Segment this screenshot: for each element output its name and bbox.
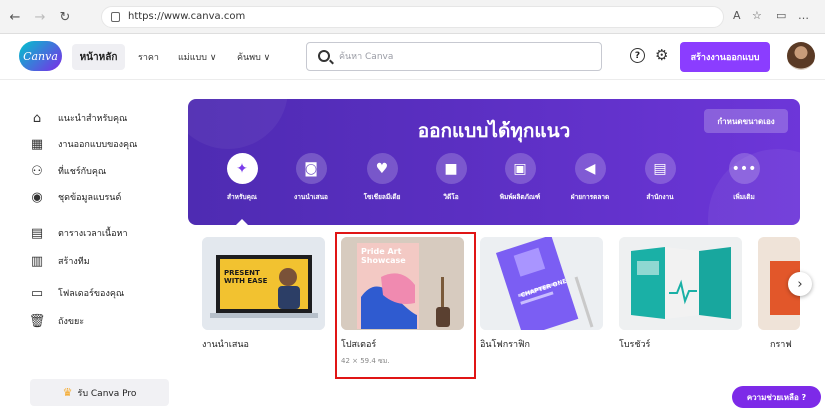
category-label: ฝ่ายการตลาด [570, 193, 610, 201]
folder-icon: ▭ [30, 285, 44, 301]
brand-kit-icon: ◉ [31, 189, 43, 205]
collections-icon[interactable]: ▭ [776, 9, 786, 22]
category-social-media[interactable]: ♥ โซเชียลมีเดีย [346, 153, 418, 202]
avatar[interactable] [787, 42, 815, 70]
carousel-next-button[interactable]: › [788, 272, 812, 296]
help-button[interactable]: ความช่วยเหลือ ? [732, 386, 821, 408]
active-tab-indicator [236, 219, 248, 225]
sidebar-item-label: ที่แชร์กับคุณ [58, 167, 107, 177]
sidebar-item-trash[interactable]: 🗑 ถังขยะ [28, 311, 178, 331]
gear-icon[interactable]: ⚙ [655, 46, 668, 64]
home-icon: ⌂ [32, 110, 42, 126]
category-office[interactable]: ▤ สำนักงาน [624, 153, 696, 202]
sidebar-item-create-team[interactable]: ▥ สร้างทีม [28, 251, 178, 271]
print-icon: ▣ [504, 153, 536, 184]
category-for-you[interactable]: ✦ สำหรับคุณ [206, 153, 278, 202]
read-aloud-icon[interactable]: A [733, 9, 741, 22]
sparkle-icon: ✦ [226, 153, 258, 184]
card-presentation-label[interactable]: งานนำเสนอ [202, 337, 249, 351]
team-icon: ▥ [30, 253, 44, 269]
card-image-text: Pride Art Showcase [361, 247, 406, 265]
video-icon: ■ [435, 153, 467, 184]
sidebar-item-label: ชุดข้อมูลแบรนด์ [58, 193, 122, 203]
nav-discover[interactable]: ค้นพบ ∨ [237, 50, 270, 64]
browser-toolbar: ← → ↻ https://www.canva.com A ☆ ▭ … [0, 0, 825, 34]
sidebar-item-label: สร้างทีม [58, 257, 90, 267]
card-image-text: PRESENT WITH EASE [224, 269, 268, 285]
category-label: พิมพ์ผลิตภัณฑ์ [499, 193, 541, 201]
card-infographic-thumbnail[interactable]: CHAPTER ONE [480, 237, 603, 330]
shared-users-icon: ⚇ [31, 163, 43, 179]
calendar-icon: ▤ [30, 225, 44, 241]
sidebar-item-shared[interactable]: ⚇ ที่แชร์กับคุณ [28, 161, 178, 181]
lock-icon [111, 12, 120, 22]
sidebar-item-label: แนะนำสำหรับคุณ [58, 114, 128, 124]
reload-icon[interactable]: ↻ [56, 8, 74, 26]
canva-logo[interactable]: Canva [19, 41, 62, 71]
search-input[interactable] [339, 48, 589, 66]
card-poster-size: 42 × 59.4 ซม. [341, 357, 390, 365]
sidebar-item-folders[interactable]: ▭ โฟลเดอร์ของคุณ [28, 283, 178, 303]
sidebar-item-designs[interactable]: ▦ งานออกแบบของคุณ [28, 134, 178, 154]
card-presentation-thumbnail[interactable]: PRESENT WITH EASE [202, 237, 325, 330]
category-label: วิดีโอ [443, 193, 459, 201]
card-poster-label[interactable]: โปสเตอร์ [341, 337, 376, 351]
sidebar-item-home[interactable]: ⌂ แนะนำสำหรับคุณ [28, 108, 178, 128]
sidebar-item-label: ตารางเวลาเนื้อหา [58, 229, 128, 239]
get-pro-label: รับ Canva Pro [77, 388, 137, 399]
card-graph-label[interactable]: กราฟ [770, 337, 792, 351]
grid-icon: ▦ [30, 136, 44, 152]
category-print-products[interactable]: ▣ พิมพ์ผลิตภัณฑ์ [484, 153, 556, 202]
nav-templates[interactable]: แม่แบบ ∨ [178, 50, 216, 64]
nav-home[interactable]: หน้าหลัก [72, 44, 125, 70]
browser-menu-icon[interactable]: … [798, 9, 809, 22]
card-brochure-label[interactable]: โบรชัวร์ [619, 337, 650, 351]
get-pro-button[interactable]: ♛ รับ Canva Pro [30, 379, 169, 406]
category-label: สำหรับคุณ [227, 193, 257, 201]
favorite-icon[interactable]: ☆ [752, 9, 762, 22]
sidebar-item-content-planner[interactable]: ▤ ตารางเวลาเนื้อหา [28, 223, 178, 243]
nav-home-label: หน้าหลัก [79, 51, 118, 63]
logo-text: Canva [23, 49, 58, 63]
briefcase-icon: ▤ [644, 153, 676, 184]
create-design-button[interactable]: สร้างงานออกแบบ [680, 42, 770, 72]
infographic-thumbnail-art [480, 237, 603, 330]
category-label: สำนักงาน [646, 193, 674, 201]
url-text: https://www.canva.com [128, 11, 246, 22]
brochure-thumbnail-art [619, 237, 742, 330]
sidebar-item-label: งานออกแบบของคุณ [58, 140, 138, 150]
sidebar-item-label: โฟลเดอร์ของคุณ [58, 289, 125, 299]
search-icon[interactable] [318, 50, 330, 62]
back-arrow-icon[interactable]: ← [6, 8, 24, 26]
category-label: เพิ่มเติม [733, 193, 755, 201]
address-bar[interactable]: https://www.canva.com [101, 6, 724, 28]
hero-banner: ออกแบบได้ทุกแนว กำหนดขนาดเอง ✦ สำหรับคุณ… [188, 99, 800, 225]
category-presentation[interactable]: ◙ งานนำเสนอ [275, 153, 347, 202]
megaphone-icon: ◀ [574, 153, 606, 184]
crown-icon: ♛ [62, 386, 73, 399]
app-header: Canva หน้าหลัก ราคา แม่แบบ ∨ ค้นพบ ∨ ? ⚙… [0, 34, 825, 80]
card-infographic-label[interactable]: อินโฟกราฟิก [480, 337, 530, 351]
category-label: โซเชียลมีเดีย [363, 193, 401, 201]
custom-size-button[interactable]: กำหนดขนาดเอง [704, 109, 788, 133]
sidebar-item-label: ถังขยะ [58, 317, 85, 327]
sidebar-item-brand-kit[interactable]: ◉ ชุดข้อมูลแบรนด์ [28, 187, 178, 207]
trash-icon: 🗑 [28, 313, 46, 329]
category-more[interactable]: ••• เพิ่มเติม [708, 153, 780, 202]
presentation-icon: ◙ [295, 153, 327, 184]
help-icon[interactable]: ? [630, 48, 645, 63]
category-video[interactable]: ■ วิดีโอ [415, 153, 487, 202]
category-label: งานนำเสนอ [294, 193, 328, 201]
heart-chat-icon: ♥ [366, 153, 398, 184]
category-marketing[interactable]: ◀ ฝ่ายการตลาด [554, 153, 626, 202]
nav-pricing[interactable]: ราคา [138, 50, 159, 64]
search-box [306, 42, 602, 71]
card-brochure-thumbnail[interactable] [619, 237, 742, 330]
more-dots-icon: ••• [728, 153, 760, 184]
forward-arrow-icon[interactable]: → [31, 8, 49, 26]
card-poster-thumbnail[interactable]: Pride Art Showcase [341, 237, 464, 330]
